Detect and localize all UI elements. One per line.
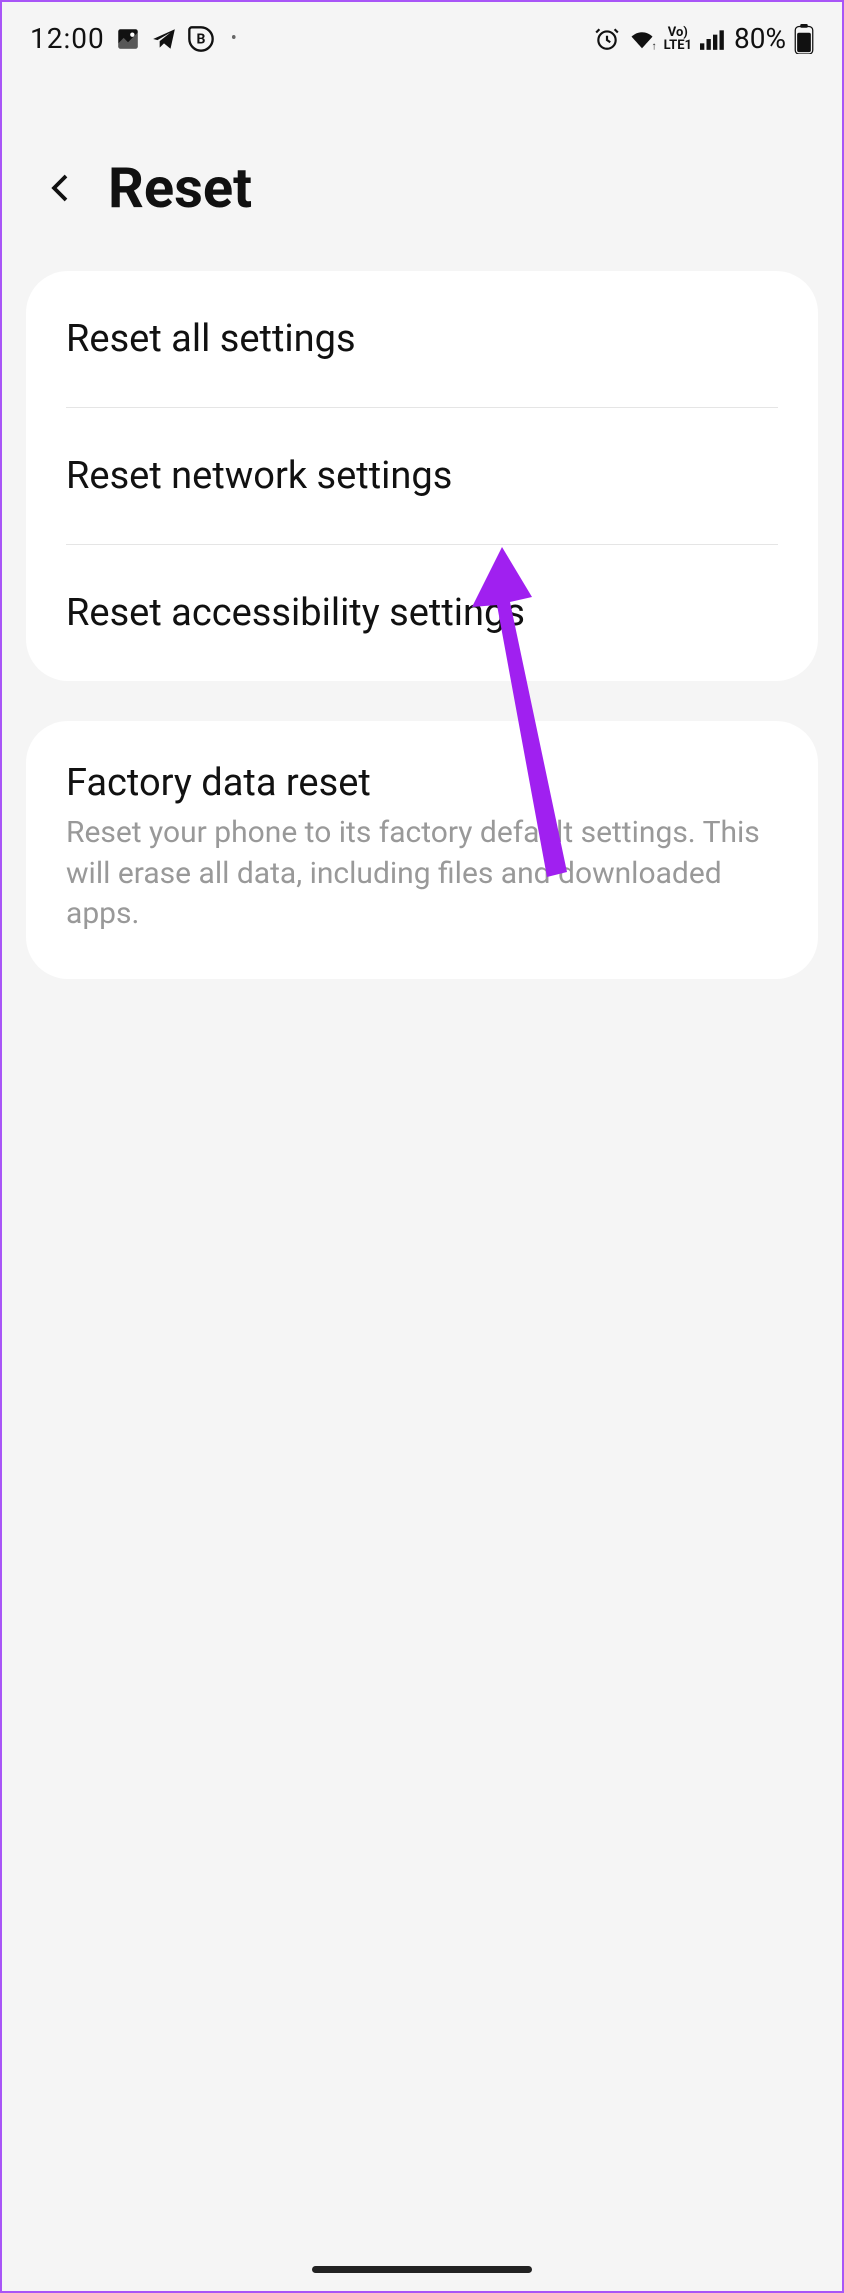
page-title: Reset (108, 155, 252, 221)
svg-text:B: B (196, 31, 205, 47)
list-item-label: Reset accessibility settings (66, 591, 778, 635)
status-bar: 12:00 B • (2, 2, 842, 65)
navigation-bar-handle[interactable] (312, 2266, 532, 2273)
alarm-icon (594, 26, 620, 52)
circle-b-icon: B (187, 25, 215, 53)
page-header: Reset (2, 65, 842, 271)
list-item-label: Reset all settings (66, 317, 778, 361)
reset-options-card: Reset all settings Reset network setting… (26, 271, 818, 681)
factory-reset-title: Factory data reset (66, 761, 778, 805)
status-time: 12:00 (30, 22, 105, 55)
status-bar-left: 12:00 B • (30, 22, 237, 55)
more-dot-icon: • (231, 28, 237, 49)
list-item-label: Reset network settings (66, 454, 778, 498)
factory-data-reset-item[interactable]: Factory data reset Reset your phone to i… (26, 721, 818, 979)
signal-icon (700, 27, 726, 51)
battery-percent: 80% (734, 22, 786, 55)
reset-network-settings-item[interactable]: Reset network settings (26, 408, 818, 544)
status-bar-right: ↑↓ Vo)LTE1 80% (594, 22, 814, 55)
svg-text:↑↓: ↑↓ (651, 39, 656, 51)
gallery-icon (115, 26, 141, 52)
reset-all-settings-item[interactable]: Reset all settings (26, 271, 818, 407)
factory-reset-description: Reset your phone to its factory default … (66, 813, 778, 935)
wifi-icon: ↑↓ (628, 27, 656, 51)
back-button[interactable] (42, 170, 78, 206)
battery-icon (794, 24, 814, 54)
volte-icon: Vo)LTE1 (664, 26, 692, 52)
telegram-icon (151, 26, 177, 52)
factory-reset-card: Factory data reset Reset your phone to i… (26, 721, 818, 979)
reset-accessibility-settings-item[interactable]: Reset accessibility settings (26, 545, 818, 681)
